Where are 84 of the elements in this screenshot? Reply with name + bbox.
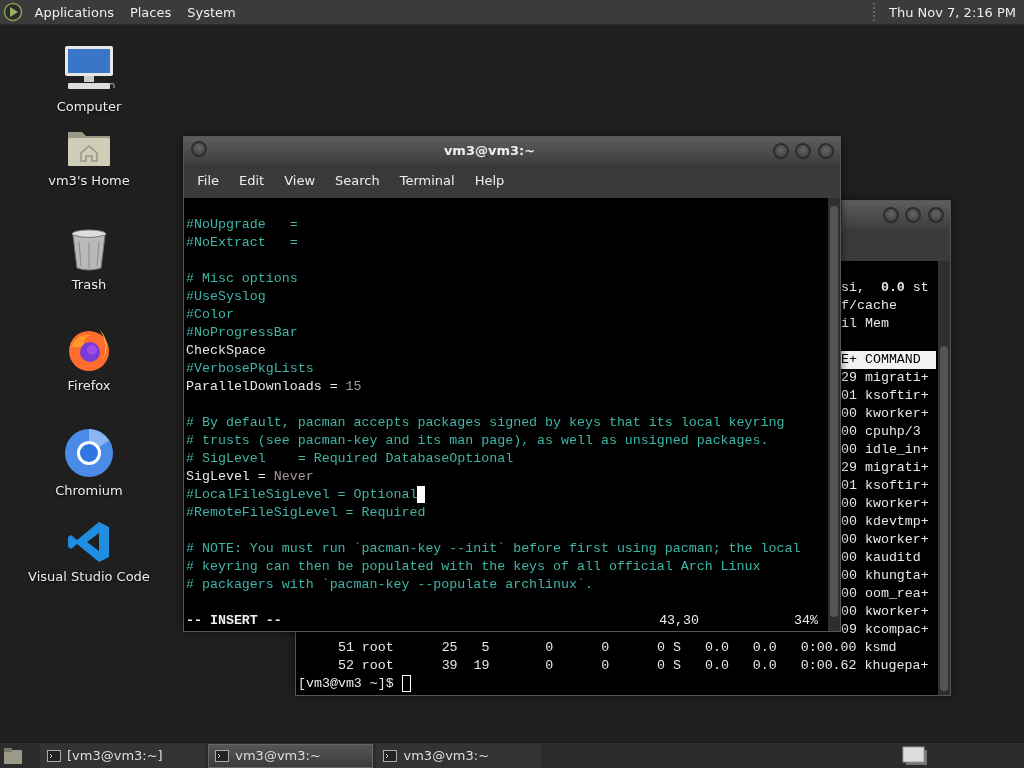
menu-item[interactable]: Terminal [389, 164, 465, 198]
code-line: SigLevel = Never [186, 469, 314, 484]
icon-label[interactable]: Firefox [67, 376, 111, 396]
window-title: vm3@vm3:~ [443, 142, 536, 158]
terminal-line: 52 root 39 19 0 0 0 S 0.0 0.0 0:00.62 khugepa+ [336, 658, 929, 673]
column-header: E+ COMMAND [841, 351, 936, 369]
icon-label[interactable]: Computer [56, 97, 122, 117]
menu-logo-icon[interactable] [3, 2, 24, 22]
terminal-line: 00 kdevtmp+ [841, 514, 929, 529]
clock[interactable]: Thu Nov 7, 2:16 PM [881, 0, 1024, 25]
menu-item[interactable]: Search [325, 164, 390, 198]
code-line: # packagers with `pacman-key --populate archlinux`. [186, 577, 593, 592]
icon-label[interactable]: Trash [71, 275, 107, 295]
terminal-icon [46, 749, 61, 762]
window-button[interactable] [927, 207, 944, 223]
window-title-bar[interactable]: vm3@vm3:~ [184, 137, 840, 164]
terminal-icon [383, 749, 397, 762]
trash-icon[interactable] [69, 228, 109, 272]
scroll-percent: 34% [794, 612, 818, 630]
taskbar-button[interactable]: vm3@vm3:~ [207, 743, 373, 768]
terminal-line: 09 kcompac+ [841, 622, 929, 637]
terminal-line: 29 migrati+ [841, 370, 929, 385]
taskbar-button[interactable]: [vm3@vm3:~] [39, 743, 205, 768]
icon-label[interactable]: vm3's Home [48, 171, 130, 191]
shell-prompt: [vm3@vm3 ~]$ [298, 676, 395, 691]
terminal-line: f/cache [841, 298, 897, 313]
taskbar-button[interactable]: vm3@vm3:~ [376, 743, 541, 768]
show-desktop-icon[interactable] [3, 746, 24, 765]
terminal-line: 00 kauditd [841, 550, 921, 565]
scrollbar[interactable] [828, 198, 840, 631]
terminal-line: 01 ksoftir+ [841, 478, 929, 493]
code-line: # Misc options [186, 271, 298, 286]
terminal-line: 00 idle_in+ [841, 442, 929, 457]
window-button[interactable] [190, 140, 207, 157]
menu-item[interactable]: File [187, 164, 229, 198]
terminal-line: 51 root 25 5 0 0 0 S 0.0 0.0 0:00.00 ksmd [336, 640, 897, 655]
workspace-switcher-icon[interactable] [902, 745, 928, 766]
icon-label[interactable]: Visual Studio Code [28, 567, 150, 587]
window-title-bar[interactable] [842, 201, 950, 229]
code-line: #VerbosePkgLists [186, 361, 314, 376]
code-line: ParallelDownloads = 15 [186, 379, 362, 394]
code-line: # trusts (see pacman-key and its man page), as well as unsigned packages. [186, 433, 769, 448]
terminal-line: 00 kworker+ [841, 532, 929, 547]
menu-item[interactable]: View [274, 164, 326, 198]
terminal-line: si, 0.0 st [841, 280, 929, 295]
editor-mode: -- INSERT -- [186, 612, 282, 630]
panel-menu[interactable]: Applications [26, 0, 122, 25]
window-button[interactable] [795, 142, 811, 159]
code-line: #LocalFileSigLevel = Optional [186, 487, 418, 502]
code-line: # By default, pacman accepts packages signed by keys that its local keyring [186, 415, 785, 430]
vscode-icon[interactable] [67, 520, 111, 564]
icon-label[interactable]: Chromium [55, 481, 123, 501]
terminal-line: 00 kworker+ [841, 604, 929, 619]
panel-menu[interactable]: Places [121, 0, 180, 25]
terminal-line: 00 kworker+ [841, 406, 929, 421]
code-line: #UseSyslog [186, 289, 266, 304]
terminal-line: 00 khungta+ [841, 568, 929, 583]
code-line: # SigLevel = Required DatabaseOptional [186, 451, 514, 466]
code-line: CheckSpace [186, 343, 266, 358]
menu-item[interactable]: Edit [229, 164, 275, 198]
code-line: #NoUpgrade = [186, 217, 298, 232]
terminal-line: 00 cpuhp/3 [841, 424, 921, 439]
text-cursor [401, 675, 411, 692]
scrollbar[interactable] [938, 261, 950, 695]
window-button[interactable] [905, 207, 921, 223]
terminal-line: il Mem [841, 316, 889, 331]
code-line: #NoProgressBar [186, 325, 298, 340]
window-button[interactable] [772, 142, 789, 159]
terminal-line: 00 oom_rea+ [841, 586, 929, 601]
terminal-line: 01 ksoftir+ [841, 388, 929, 403]
chromium-icon[interactable] [64, 428, 114, 478]
terminal-line: 00 kworker+ [841, 496, 929, 511]
panel-menu[interactable]: System [179, 0, 244, 25]
window-button[interactable] [882, 207, 899, 223]
cursor-position: 43,30 [659, 612, 700, 630]
code-line: # NOTE: You must run `pacman-key --init` before first using pacman; the local [186, 541, 801, 556]
menu-item[interactable]: Help [464, 164, 515, 198]
code-line: #RemoteFileSigLevel = Required [186, 505, 426, 520]
code-line: #NoExtract = [186, 235, 298, 250]
terminal-icon [214, 749, 229, 762]
code-line: #Color [186, 307, 234, 322]
code-line: # keyring can then be populated with the keys of all official Arch Linux [186, 559, 761, 574]
window-button[interactable] [817, 142, 834, 159]
terminal-line: 29 migrati+ [841, 460, 929, 475]
